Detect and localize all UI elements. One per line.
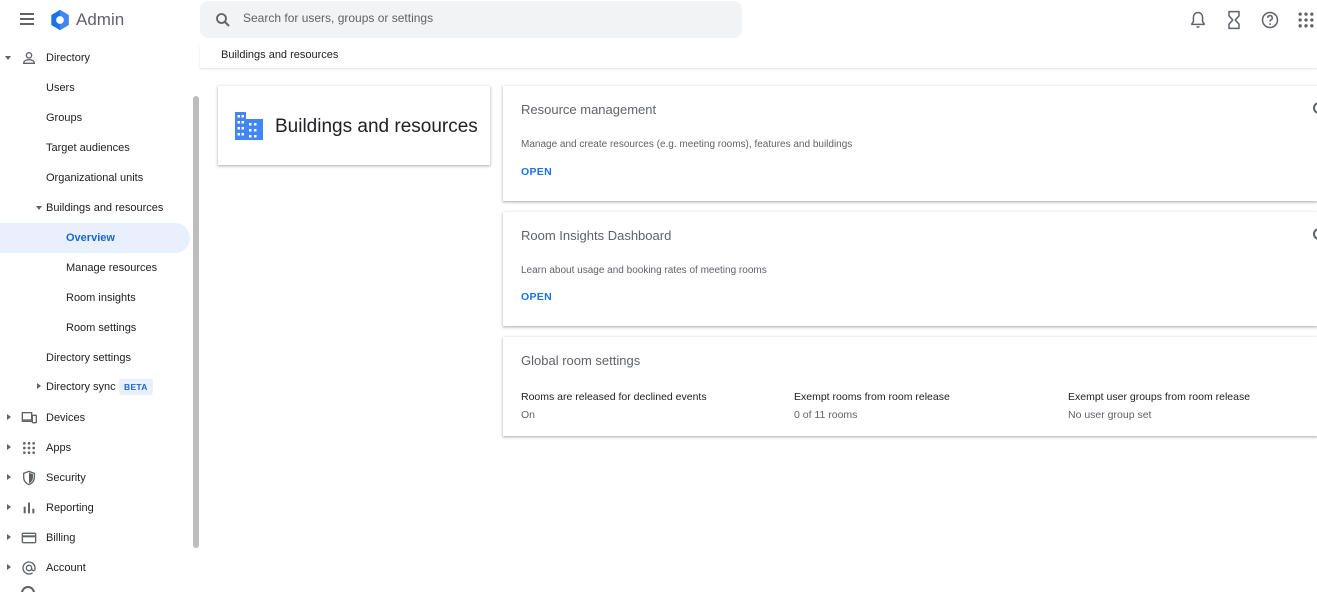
sidebar: Directory Users Groups Target audiences … bbox=[0, 40, 200, 592]
sidebar-item-label: Buildings and resources bbox=[46, 202, 164, 214]
sidebar-item-security[interactable]: Security bbox=[0, 463, 190, 493]
sidebar-item-label: Directory bbox=[46, 52, 91, 64]
main-menu-button[interactable] bbox=[17, 9, 37, 29]
info-icon[interactable] bbox=[1313, 228, 1317, 240]
devices-icon bbox=[21, 412, 37, 424]
card-title: Resource management bbox=[521, 102, 657, 117]
setting-name: Exempt rooms from room release bbox=[794, 391, 950, 403]
sidebar-item-organizational-units[interactable]: Organizational units bbox=[0, 163, 190, 193]
open-room-insights-button[interactable]: OPEN bbox=[521, 291, 552, 303]
app-title[interactable]: Admin bbox=[76, 10, 124, 30]
apps-grid-icon bbox=[23, 442, 35, 454]
sidebar-item-billing[interactable]: Billing bbox=[0, 523, 190, 553]
card-title: Room Insights Dashboard bbox=[521, 228, 672, 243]
sidebar-item-devices[interactable]: Devices bbox=[0, 403, 190, 433]
page-title-card: Buildings and resources bbox=[218, 86, 490, 165]
global-room-settings-card[interactable]: Global room settings Rooms are released … bbox=[503, 337, 1317, 436]
chevron-right-icon[interactable] bbox=[7, 564, 11, 570]
sidebar-item-label: Manage resources bbox=[66, 262, 158, 274]
sidebar-item-label: Target audiences bbox=[46, 142, 130, 154]
credit-card-icon bbox=[21, 532, 37, 544]
sidebar-item-label: Devices bbox=[46, 412, 86, 424]
chevron-right-icon[interactable] bbox=[7, 534, 11, 540]
sidebar-item-directory-sync[interactable]: Directory sync BETA bbox=[0, 372, 190, 402]
card-description: Learn about usage and booking rates of m… bbox=[521, 265, 767, 276]
search-input[interactable] bbox=[243, 11, 723, 25]
sidebar-item-overview[interactable]: Overview bbox=[0, 223, 190, 253]
sidebar-scrollbar[interactable] bbox=[193, 96, 199, 548]
sidebar-item-reporting[interactable]: Reporting bbox=[0, 493, 190, 523]
sidebar-item-label: Users bbox=[46, 82, 75, 94]
chevron-down-icon[interactable] bbox=[36, 206, 42, 210]
sidebar-item-groups[interactable]: Groups bbox=[0, 103, 190, 133]
beta-badge: BETA bbox=[119, 379, 153, 395]
room-insights-card: Room Insights Dashboard Learn about usag… bbox=[503, 212, 1317, 326]
setting-name: Exempt user groups from room release bbox=[1068, 391, 1251, 403]
sidebar-item-label: Groups bbox=[46, 112, 83, 124]
chevron-right-icon[interactable] bbox=[7, 474, 11, 480]
sidebar-item-label: Overview bbox=[66, 232, 115, 244]
sidebar-item-label: Directory settings bbox=[46, 352, 131, 364]
apps-grid-icon[interactable] bbox=[1296, 10, 1316, 30]
chevron-right-icon[interactable] bbox=[7, 444, 11, 450]
hourglass-icon[interactable] bbox=[1224, 10, 1244, 30]
chevron-down-icon[interactable] bbox=[5, 56, 11, 60]
sidebar-item-label: Room settings bbox=[66, 322, 137, 334]
chevron-right-icon[interactable] bbox=[7, 504, 11, 510]
sidebar-item-label: Organizational units bbox=[46, 172, 144, 184]
sidebar-item-label: Billing bbox=[46, 532, 76, 544]
breadcrumb-bar: Buildings and resources bbox=[200, 44, 1317, 68]
sidebar-item-label: Security bbox=[46, 472, 86, 484]
setting-value: On bbox=[521, 409, 536, 421]
top-bar: Admin bbox=[0, 0, 1317, 40]
chevron-right-icon[interactable] bbox=[7, 414, 11, 420]
help-icon[interactable] bbox=[1260, 10, 1280, 30]
sidebar-item-label: Reporting bbox=[46, 502, 94, 514]
sidebar-item-room-settings[interactable]: Room settings bbox=[0, 313, 190, 343]
sidebar-item-directory-settings[interactable]: Directory settings bbox=[0, 343, 190, 373]
setting-name: Rooms are released for declined events bbox=[521, 391, 707, 403]
page-title: Buildings and resources bbox=[275, 116, 478, 137]
sidebar-item-manage-resources[interactable]: Manage resources bbox=[0, 253, 190, 283]
person-icon bbox=[22, 52, 36, 64]
open-resource-management-button[interactable]: OPEN bbox=[521, 166, 552, 178]
setting-release-declined[interactable]: Rooms are released for declined events O… bbox=[521, 391, 707, 421]
card-title: Global room settings bbox=[521, 353, 641, 368]
chevron-right-icon[interactable] bbox=[37, 383, 41, 389]
search-icon bbox=[216, 13, 230, 27]
at-sign-icon bbox=[22, 561, 36, 575]
admin-logo-icon[interactable] bbox=[49, 9, 71, 31]
resource-management-card: Resource management Manage and create re… bbox=[503, 86, 1317, 201]
search-bar[interactable] bbox=[200, 1, 742, 38]
shield-icon bbox=[23, 470, 35, 486]
sidebar-item-account[interactable]: Account bbox=[0, 553, 190, 583]
building-icon bbox=[235, 112, 263, 140]
card-description: Manage and create resources (e.g. meetin… bbox=[521, 139, 853, 150]
sidebar-item-label: Directory sync bbox=[46, 381, 116, 393]
setting-exempt-user-groups[interactable]: Exempt user groups from room release No … bbox=[1068, 391, 1250, 421]
setting-exempt-rooms[interactable]: Exempt rooms from room release 0 of 11 r… bbox=[794, 391, 950, 421]
sidebar-item-room-insights[interactable]: Room insights bbox=[0, 283, 190, 313]
setting-value: No user group set bbox=[1068, 409, 1152, 421]
sidebar-item-label: Room insights bbox=[66, 292, 136, 304]
sidebar-item-users[interactable]: Users bbox=[0, 73, 190, 103]
sidebar-item-label: Apps bbox=[46, 442, 72, 454]
sidebar-item-label: Account bbox=[46, 562, 86, 574]
setting-value: 0 of 11 rooms bbox=[794, 409, 858, 421]
breadcrumb[interactable]: Buildings and resources bbox=[221, 49, 338, 61]
info-icon[interactable] bbox=[1313, 102, 1317, 114]
notifications-icon[interactable] bbox=[1188, 10, 1208, 30]
sidebar-item-buildings-and-resources[interactable]: Buildings and resources bbox=[0, 193, 190, 223]
sidebar-item-directory[interactable]: Directory bbox=[0, 43, 190, 73]
partial-nav-icon bbox=[21, 586, 35, 592]
bar-chart-icon bbox=[23, 502, 35, 514]
sidebar-item-target-audiences[interactable]: Target audiences bbox=[0, 133, 190, 163]
sidebar-item-apps[interactable]: Apps bbox=[0, 433, 190, 463]
